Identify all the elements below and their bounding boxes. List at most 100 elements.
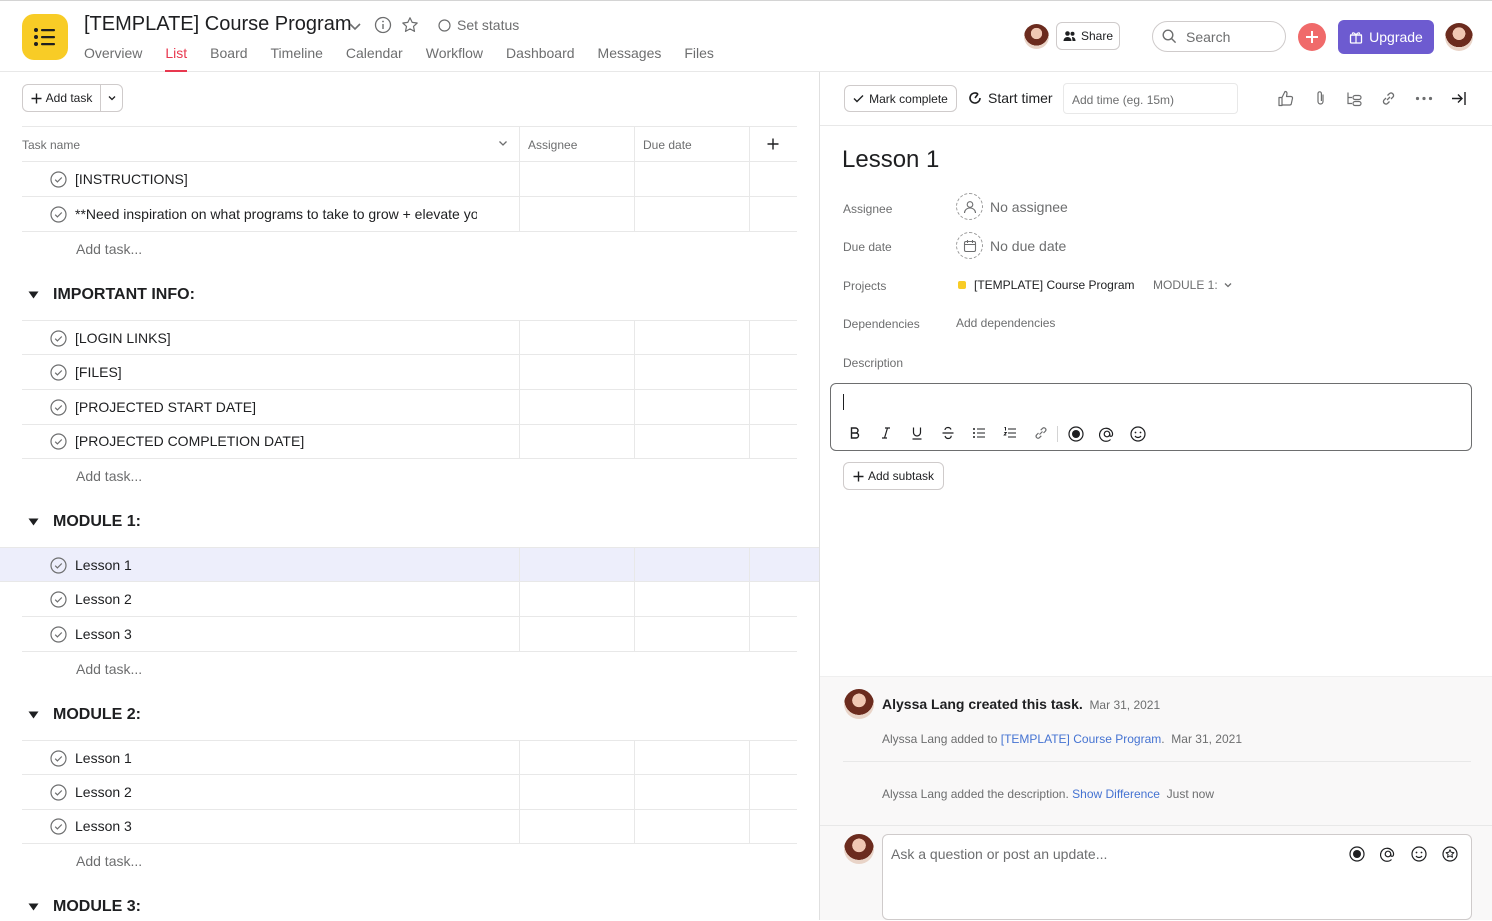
info-icon[interactable] (374, 16, 392, 34)
task-row[interactable]: Lesson 3 (22, 617, 797, 652)
creator-avatar[interactable] (844, 689, 874, 719)
caret-down-icon[interactable] (28, 711, 39, 719)
record-icon[interactable] (1349, 846, 1365, 862)
project-link[interactable]: [TEMPLATE] Course Program (1001, 732, 1162, 746)
project-list-icon[interactable] (22, 14, 68, 60)
task-name[interactable]: [PROJECTED START DATE] (75, 399, 477, 415)
chevron-down-icon[interactable] (347, 18, 363, 34)
thumbs-up-icon[interactable] (1277, 90, 1294, 107)
mention-icon[interactable] (1099, 426, 1115, 442)
emoji-icon[interactable] (1130, 426, 1146, 442)
complete-check-icon[interactable] (50, 626, 67, 643)
column-assignee[interactable]: Assignee (528, 138, 577, 152)
add-task-dropdown[interactable] (100, 85, 122, 111)
task-row-selected[interactable]: Lesson 1 (0, 547, 820, 582)
section-select[interactable]: MODULE 1: (1153, 278, 1233, 292)
close-pane-icon[interactable] (1450, 90, 1467, 107)
appreciation-star-icon[interactable] (1442, 846, 1458, 862)
add-subtask-button[interactable]: Add subtask (843, 462, 944, 490)
emoji-icon[interactable] (1411, 846, 1427, 862)
mark-complete-button[interactable]: Mark complete (844, 85, 957, 112)
subtask-icon[interactable] (1346, 90, 1363, 107)
add-task-inline[interactable]: Add task... (76, 241, 142, 257)
member-avatar[interactable] (1024, 24, 1049, 49)
task-row[interactable]: [LOGIN LINKS] (22, 320, 797, 355)
tab-calendar[interactable]: Calendar (346, 45, 403, 72)
strikethrough-icon[interactable] (941, 426, 955, 440)
add-time-input[interactable]: Add time (eg. 15m) (1063, 83, 1238, 114)
complete-check-icon[interactable] (50, 206, 67, 223)
tab-files[interactable]: Files (684, 45, 714, 72)
star-icon[interactable] (401, 16, 419, 34)
task-row[interactable]: [PROJECTED START DATE] (22, 390, 797, 425)
upgrade-button[interactable]: Upgrade (1338, 20, 1434, 54)
task-name[interactable]: Lesson 2 (75, 591, 477, 607)
task-row[interactable]: Lesson 2 (22, 582, 797, 617)
due-date-field[interactable]: No due date (956, 232, 1066, 259)
numbered-list-icon[interactable] (1003, 426, 1017, 440)
tab-list[interactable]: List (165, 45, 187, 72)
set-status-button[interactable]: Set status (438, 17, 519, 33)
task-row[interactable]: Lesson 3 (22, 809, 797, 844)
project-chip[interactable]: [TEMPLATE] Course Program (958, 278, 1135, 292)
task-name[interactable]: [PROJECTED COMPLETION DATE] (75, 433, 477, 449)
tab-messages[interactable]: Messages (598, 45, 662, 72)
bullet-list-icon[interactable] (972, 426, 986, 440)
search-input[interactable]: Search (1152, 21, 1286, 52)
underline-icon[interactable] (910, 426, 924, 440)
complete-check-icon[interactable] (50, 591, 67, 608)
column-task-name[interactable]: Task name (22, 138, 80, 152)
add-task-inline[interactable]: Add task... (76, 468, 142, 484)
complete-check-icon[interactable] (50, 364, 67, 381)
task-row[interactable]: **Need inspiration on what programs to t… (22, 197, 797, 232)
task-name[interactable]: Lesson 3 (75, 818, 477, 834)
column-due-date[interactable]: Due date (643, 138, 692, 152)
bold-icon[interactable] (848, 426, 862, 440)
complete-check-icon[interactable] (50, 784, 67, 801)
quick-add-button[interactable] (1298, 23, 1326, 51)
complete-check-icon[interactable] (50, 330, 67, 347)
task-row[interactable]: [INSTRUCTIONS] (22, 162, 797, 197)
task-name[interactable]: [LOGIN LINKS] (75, 330, 477, 346)
tab-dashboard[interactable]: Dashboard (506, 45, 575, 72)
task-name[interactable]: [INSTRUCTIONS] (75, 171, 477, 187)
tab-overview[interactable]: Overview (84, 45, 142, 72)
italic-icon[interactable] (879, 426, 893, 440)
add-task-main[interactable]: Add task (23, 85, 100, 111)
start-timer-button[interactable]: Start timer (968, 90, 1053, 106)
tab-board[interactable]: Board (210, 45, 247, 72)
share-button[interactable]: Share (1056, 22, 1120, 50)
link-icon[interactable] (1380, 90, 1397, 107)
project-title[interactable]: [TEMPLATE] Course Program (84, 13, 351, 36)
attachment-icon[interactable] (1312, 90, 1329, 107)
task-row[interactable]: Lesson 2 (22, 775, 797, 810)
comment-input[interactable]: Ask a question or post an update... (882, 834, 1472, 920)
more-options-icon[interactable] (1415, 96, 1433, 101)
add-task-button[interactable]: Add task (22, 84, 123, 112)
add-task-inline[interactable]: Add task... (76, 853, 142, 869)
record-icon[interactable] (1068, 426, 1084, 442)
task-name[interactable]: Lesson 1 (75, 557, 477, 573)
section-header[interactable]: IMPORTANT INFO: (28, 286, 195, 304)
tab-workflow[interactable]: Workflow (426, 45, 483, 72)
complete-check-icon[interactable] (50, 750, 67, 767)
add-task-inline[interactable]: Add task... (76, 661, 142, 677)
description-editor[interactable] (830, 383, 1472, 451)
user-avatar[interactable] (1445, 23, 1473, 51)
mention-icon[interactable] (1380, 846, 1396, 862)
add-dependencies-button[interactable]: Add dependencies (956, 316, 1055, 330)
assignee-field[interactable]: No assignee (956, 193, 1068, 220)
chevron-down-icon[interactable] (497, 137, 509, 149)
caret-down-icon[interactable] (28, 518, 39, 526)
task-row[interactable]: [FILES] (22, 355, 797, 390)
task-name[interactable]: Lesson 2 (75, 784, 477, 800)
caret-down-icon[interactable] (28, 291, 39, 299)
complete-check-icon[interactable] (50, 557, 67, 574)
section-header[interactable]: MODULE 3: (28, 898, 141, 916)
task-name[interactable]: **Need inspiration on what programs to t… (75, 206, 477, 222)
link-icon[interactable] (1034, 426, 1048, 440)
task-row[interactable]: Lesson 1 (22, 740, 797, 775)
complete-check-icon[interactable] (50, 399, 67, 416)
complete-check-icon[interactable] (50, 433, 67, 450)
task-row[interactable]: [PROJECTED COMPLETION DATE] (22, 424, 797, 459)
